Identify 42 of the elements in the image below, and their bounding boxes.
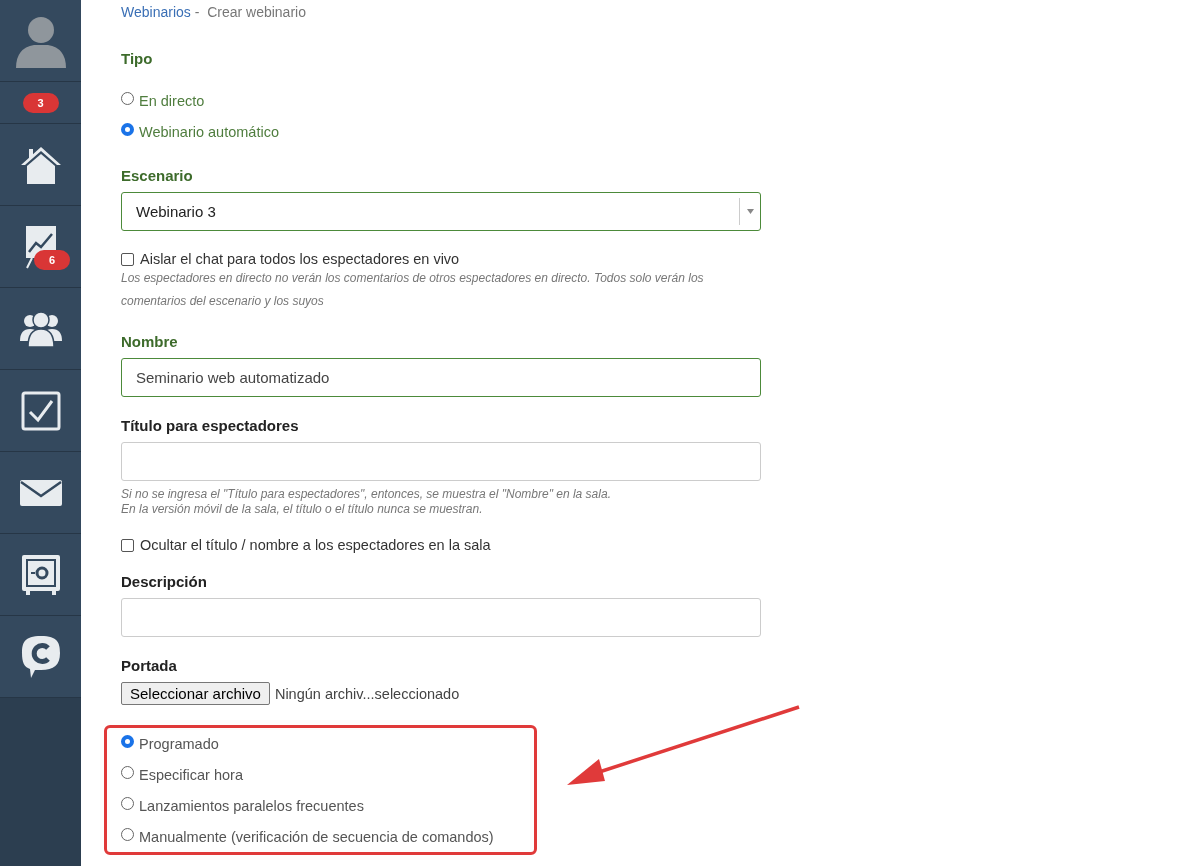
checkbox[interactable] — [121, 538, 134, 552]
envelope-icon[interactable] — [19, 479, 62, 506]
radio-button[interactable] — [121, 828, 134, 841]
hint-text: Si no se ingresa el "Título para espectadores", entonces, se muestra el "Nombre" en la sala. En la versión móvil de la sala, el título o el título nunca se muestran. — [121, 487, 612, 517]
radio-button[interactable] — [121, 766, 134, 779]
caret-icon — [746, 209, 754, 214]
radio-button[interactable] — [121, 797, 134, 810]
home-icon[interactable] — [19, 144, 62, 185]
field-label: Nombre — [121, 333, 178, 350]
file-status: Ningún archiv...seleccionado — [274, 685, 460, 702]
radio-label[interactable]: Manualmente (verificación de secuencia de comandos) — [139, 828, 494, 845]
notification-badge: 3 — [22, 92, 59, 113]
field-label: Título para espectadores — [121, 417, 299, 434]
text-field[interactable] — [121, 598, 761, 637]
choose-file-button[interactable]: Seleccionar archivo — [121, 682, 270, 705]
radio-button[interactable] — [121, 123, 134, 136]
users-icon[interactable] — [19, 310, 62, 347]
radio-label[interactable]: Especificar hora — [139, 766, 243, 783]
checkbox-label[interactable]: Ocultar el título / nombre a los espectadores en la sala — [140, 537, 491, 553]
breadcrumb-current: Crear webinario — [207, 4, 306, 20]
radio-label[interactable]: Programado — [139, 735, 219, 752]
field-label: Descripción — [121, 573, 207, 590]
chat-bubble-icon[interactable] — [20, 634, 61, 679]
checkbox[interactable] — [121, 252, 134, 266]
field-label: Tipo — [121, 50, 153, 67]
field-label: Escenario — [121, 167, 193, 184]
radio-button[interactable] — [121, 735, 134, 748]
notification-badge: 6 — [34, 250, 70, 270]
text-field[interactable]: Seminario web automatizado — [121, 358, 761, 397]
checkbox-icon[interactable] — [20, 390, 61, 431]
radio-button[interactable] — [121, 92, 134, 105]
scenario-dropdown[interactable]: Webinario 3 — [121, 192, 761, 231]
radio-label[interactable]: Webinario automático — [139, 123, 279, 140]
text-field[interactable] — [121, 442, 761, 481]
breadcrumb-separator: - — [194, 4, 200, 20]
breadcrumb-link[interactable]: Webinarios — [121, 4, 191, 20]
radio-label[interactable]: En directo — [139, 92, 205, 109]
field-label: Portada — [121, 657, 177, 674]
hint-text: Los espectadores en directo no verán los comentarios de otros espectadores en directo. Todos solo verán los comentarios del escenario y los suyos — [121, 270, 705, 310]
checkbox-label[interactable]: Aislar el chat para todos los espectadores en vivo — [140, 251, 460, 267]
safe-icon[interactable] — [20, 553, 61, 596]
radio-label[interactable]: Lanzamientos paralelos frecuentes — [139, 797, 364, 814]
